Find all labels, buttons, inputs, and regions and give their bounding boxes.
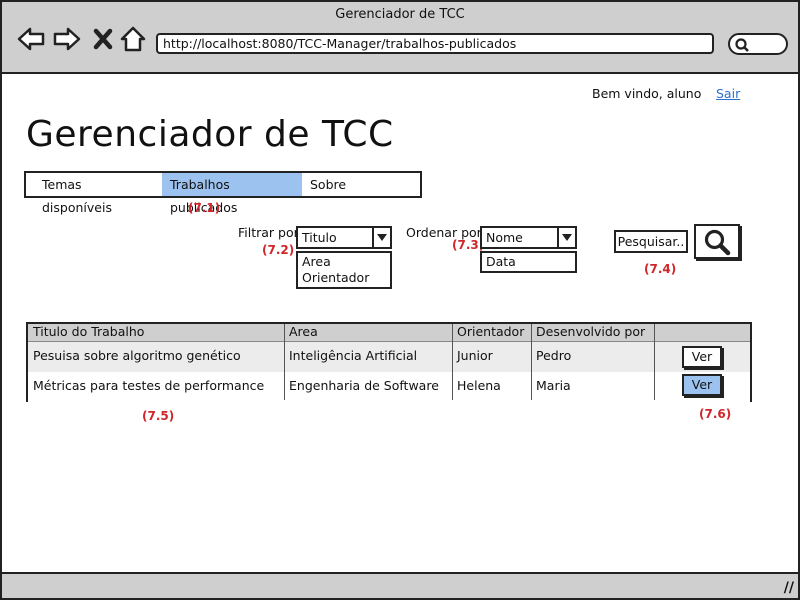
forward-icon[interactable] [52,24,82,54]
order-option-data[interactable]: Data [486,254,571,270]
status-bar: // [2,572,798,598]
resize-grip-icon[interactable]: // [784,580,794,596]
table-row: Métricas para testes de performance Enge… [28,372,750,402]
filter-label: Filtrar por [238,225,299,240]
cell-area: Engenharia de Software [289,378,439,393]
stop-icon[interactable] [92,24,114,54]
cell-author: Pedro [536,348,572,363]
table-header: Titulo do Trabalho Area Orientador Desen… [28,324,750,342]
table-row: Pesuisa sobre algoritmo genético Intelig… [28,342,750,372]
column-header-area: Area [289,324,318,339]
browser-chrome: Gerenciador de TCC http://localhost:8080… [2,2,798,74]
cell-area: Inteligência Artificial [289,348,418,363]
column-divider [284,324,285,400]
cell-advisor: Junior [457,348,493,363]
browser-window: Gerenciador de TCC http://localhost:8080… [0,0,800,600]
column-header-title: Titulo do Trabalho [33,324,145,339]
search-button[interactable] [694,224,740,259]
filter-option-orientador[interactable]: Orientador [302,270,386,286]
column-header-advisor: Orientador [457,324,525,339]
cell-advisor: Helena [457,378,501,393]
tab-temas-disponiveis[interactable]: Temas disponíveis [26,173,162,215]
cell-title: Pesuisa sobre algoritmo genético [33,348,241,363]
annotation-filter: (7.2) [262,243,295,257]
chevron-down-icon[interactable] [557,228,575,247]
annotation-search: (7.4) [644,262,677,276]
window-title: Gerenciador de TCC [335,7,465,22]
tab-trabalhos-publicados[interactable]: Trabalhos publicados [162,173,302,215]
chevron-down-icon[interactable] [372,228,390,247]
address-bar[interactable]: http://localhost:8080/TCC-Manager/trabal… [156,33,714,54]
column-divider [452,324,453,400]
home-icon[interactable] [119,24,149,54]
filter-selected-value: Titulo [302,230,337,245]
browser-search-box[interactable] [728,33,788,55]
welcome-text: Bem vindo, aluno [592,86,702,101]
cell-author: Maria [536,378,571,393]
annotation-table: (7.5) [142,409,175,423]
works-table: Titulo do Trabalho Area Orientador Desen… [26,322,752,402]
column-divider [654,324,655,400]
annotation-view: (7.6) [699,407,732,421]
order-selected-value: Nome [486,230,523,245]
view-button[interactable]: Ver [682,346,722,368]
tab-bar: Temas disponíveis Trabalhos publicados S… [24,171,422,215]
order-select[interactable]: Nome [480,226,577,249]
page-title: Gerenciador de TCC [26,114,394,155]
search-icon [735,38,749,52]
filter-select[interactable]: Titulo [296,226,392,249]
search-input[interactable]: Pesquisar.. [614,230,688,253]
annotation-tabs: (7.1) [188,201,221,215]
cell-title: Métricas para testes de performance [33,378,265,393]
back-icon[interactable] [16,24,46,54]
column-divider [531,324,532,400]
logout-link[interactable]: Sair [716,86,740,101]
filter-option-area[interactable]: Area [302,254,386,270]
tab-sobre[interactable]: Sobre [302,173,420,196]
view-button[interactable]: Ver [682,374,722,396]
order-options: Data [480,251,577,273]
column-header-author: Desenvolvido por [536,324,646,339]
search-icon [704,229,731,256]
filter-options: Area Orientador [296,251,392,289]
